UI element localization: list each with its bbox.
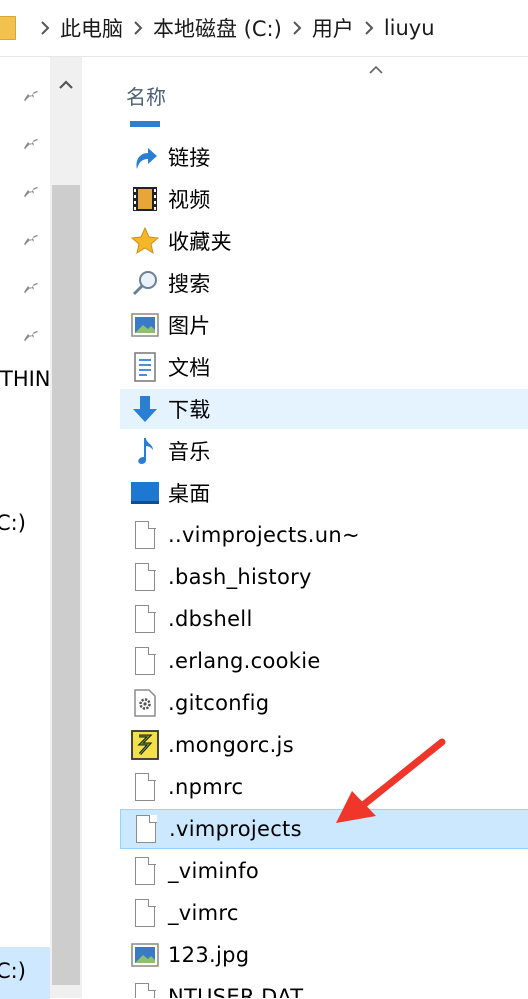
pin-icon[interactable] xyxy=(22,273,44,295)
list-item[interactable]: 123.jpg xyxy=(120,935,528,975)
list-item[interactable]: 链接 xyxy=(120,137,528,177)
nav-item-selected[interactable]: C:) xyxy=(0,947,50,999)
file-name: .bash_history xyxy=(168,565,312,589)
file-name: NTUSER.DAT xyxy=(168,985,304,998)
file-name: 桌面 xyxy=(168,482,211,506)
file-icon xyxy=(130,772,160,802)
list-item[interactable]: _viminfo xyxy=(120,851,528,891)
list-item[interactable]: 文档 xyxy=(120,347,528,387)
file-list-pane[interactable]: 名称 链接 视频 收藏夹 搜索 图片 文档 下载 音乐 桌面 ..vimproj… xyxy=(82,57,528,998)
list-item-selected[interactable]: .vimprojects xyxy=(120,809,528,849)
file-icon xyxy=(130,646,160,676)
sort-ascending-icon xyxy=(369,65,383,74)
file-name: 音乐 xyxy=(168,440,211,464)
file-name: .gitconfig xyxy=(168,691,270,715)
column-header-name[interactable]: 名称 xyxy=(126,81,166,110)
list-item[interactable]: 搜索 xyxy=(120,263,528,303)
scroll-up-icon[interactable] xyxy=(50,57,82,113)
pin-icon[interactable] xyxy=(22,177,44,199)
js-file-icon xyxy=(130,730,160,760)
file-name: _vimrc xyxy=(168,901,239,925)
breadcrumb-user-folder[interactable]: liuyu xyxy=(384,16,435,40)
file-name: .erlang.cookie xyxy=(168,649,321,673)
video-folder-icon xyxy=(130,184,160,214)
nav-item-label[interactable]: C:) xyxy=(0,511,26,535)
file-name: _viminfo xyxy=(168,859,260,883)
file-icon xyxy=(130,520,160,550)
list-item[interactable]: 下载 xyxy=(120,389,528,429)
pin-icon[interactable] xyxy=(22,321,44,343)
file-icon xyxy=(130,604,160,634)
breadcrumb-local-disk[interactable]: 本地磁盘 (C:) xyxy=(153,13,282,43)
list-item[interactable]: 音乐 xyxy=(120,431,528,471)
file-name: 链接 xyxy=(168,146,211,170)
file-name: .mongorc.js xyxy=(168,733,294,757)
file-name: ..vimprojects.un~ xyxy=(168,523,360,547)
config-file-icon xyxy=(130,688,160,718)
nav-item-label[interactable]: C:) xyxy=(0,959,26,983)
file-name: 文档 xyxy=(168,356,211,380)
favorites-star-icon xyxy=(130,226,160,256)
chevron-right-icon[interactable] xyxy=(354,13,384,43)
file-name: 图片 xyxy=(168,314,211,338)
image-file-icon xyxy=(130,940,160,970)
list-item[interactable]: _vimrc xyxy=(120,893,528,933)
partial-row-icon xyxy=(130,121,160,127)
file-name: .dbshell xyxy=(168,607,253,631)
list-item[interactable]: 桌面 xyxy=(120,473,528,513)
pin-icon[interactable] xyxy=(22,225,44,247)
list-item[interactable]: .dbshell xyxy=(120,599,528,639)
pictures-icon xyxy=(130,310,160,340)
documents-icon xyxy=(130,352,160,382)
pin-icon[interactable] xyxy=(22,129,44,151)
links-icon xyxy=(130,142,160,172)
list-item[interactable]: .erlang.cookie xyxy=(120,641,528,681)
file-name: 视频 xyxy=(168,188,211,212)
breadcrumb-users[interactable]: 用户 xyxy=(312,13,354,43)
list-item[interactable]: NTUSER.DAT xyxy=(120,977,528,998)
music-note-icon xyxy=(130,436,160,466)
file-icon xyxy=(130,982,160,998)
breadcrumb-this-pc[interactable]: 此电脑 xyxy=(60,13,123,43)
list-item[interactable]: ..vimprojects.un~ xyxy=(120,515,528,555)
file-icon xyxy=(131,814,161,844)
nav-item-label[interactable]: THIN xyxy=(0,367,51,391)
chevron-right-icon[interactable] xyxy=(30,13,60,43)
folder-icon xyxy=(0,16,16,40)
navigation-pane[interactable]: THIN C:) C:) xyxy=(0,57,82,999)
file-name: .npmrc xyxy=(168,775,244,799)
list-item[interactable]: .npmrc xyxy=(120,767,528,807)
download-arrow-icon xyxy=(130,394,160,424)
pin-icon[interactable] xyxy=(22,81,44,103)
chevron-right-icon[interactable] xyxy=(123,13,153,43)
file-icon xyxy=(130,856,160,886)
list-item[interactable]: .gitconfig xyxy=(120,683,528,723)
list-item[interactable]: 图片 xyxy=(120,305,528,345)
file-icon xyxy=(130,562,160,592)
file-name: 搜索 xyxy=(168,272,211,296)
nav-scrollbar[interactable] xyxy=(50,57,82,998)
address-bar[interactable]: 此电脑 本地磁盘 (C:) 用户 liuyu xyxy=(0,0,528,57)
list-item[interactable]: 视频 xyxy=(120,179,528,219)
file-name: .vimprojects xyxy=(169,817,302,841)
file-name: 123.jpg xyxy=(168,943,250,967)
chevron-right-icon[interactable] xyxy=(282,13,312,43)
search-icon xyxy=(130,268,160,298)
file-name: 下载 xyxy=(168,398,211,422)
list-item[interactable]: .mongorc.js xyxy=(120,725,528,765)
list-item[interactable]: 收藏夹 xyxy=(120,221,528,261)
file-name: 收藏夹 xyxy=(168,230,232,254)
list-item[interactable]: .bash_history xyxy=(120,557,528,597)
file-icon xyxy=(130,898,160,928)
scrollbar-thumb[interactable] xyxy=(52,185,80,985)
desktop-icon xyxy=(130,478,160,508)
